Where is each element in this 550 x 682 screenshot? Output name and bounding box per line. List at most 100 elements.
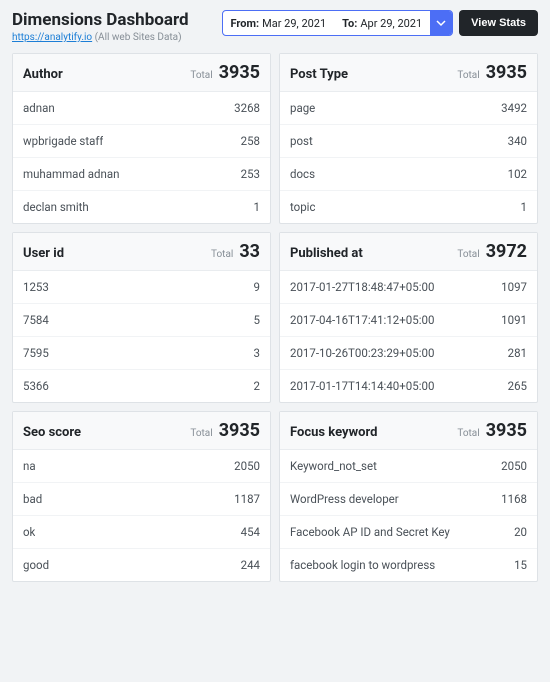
- card-header: Seo score Total3935: [13, 412, 270, 450]
- table-row: bad 1187: [13, 483, 270, 516]
- row-value: 3492: [501, 101, 527, 115]
- row-value: 5: [254, 313, 260, 327]
- site-link-suffix: (All web Sites Data): [95, 32, 182, 43]
- card-total-label: Total: [457, 70, 479, 81]
- card-total-value: 3972: [486, 241, 527, 262]
- card-header: Focus keywordTotal3935: [280, 412, 537, 450]
- table-row: docs102: [280, 158, 537, 191]
- row-value: 15: [514, 558, 527, 572]
- row-value: 258: [241, 134, 260, 148]
- card-title: Published at: [290, 246, 363, 261]
- row-value: 2050: [501, 459, 527, 473]
- row-value: 1091: [501, 313, 527, 327]
- table-row: adnan 3268: [13, 92, 270, 125]
- row-value: 3: [254, 346, 260, 360]
- date-from-label: From:: [231, 17, 260, 30]
- row-value: 102: [508, 167, 527, 181]
- row-label: 2017-01-27T18:48:47+05:00: [290, 280, 434, 294]
- card-title: Author: [23, 67, 63, 82]
- card-total-label: Total: [190, 70, 212, 81]
- table-row: post 340: [280, 125, 537, 158]
- card-total-value: 33: [239, 241, 260, 262]
- row-label: muhammad adnan: [23, 167, 119, 181]
- table-row: page3492: [280, 92, 537, 125]
- row-label: 2017-10-26T00:23:29+05:00: [290, 346, 434, 360]
- row-value: 265: [508, 379, 527, 393]
- row-label: facebook login to wordpress: [290, 558, 435, 572]
- card-header: User id Total 33: [13, 233, 270, 271]
- stat-card: Author Total 3935 adnan 3268 wpbrigade staff 2…: [12, 53, 271, 224]
- row-value: 454: [241, 525, 260, 539]
- card-total-value: 3935: [486, 420, 527, 441]
- row-label: adnan: [23, 101, 55, 115]
- card-total-value: 3935: [486, 62, 527, 83]
- row-label: na: [23, 459, 36, 473]
- table-row: 7584 5: [13, 304, 270, 337]
- row-value: 253: [241, 167, 260, 181]
- table-row: wpbrigade staff 258: [13, 125, 270, 158]
- page-subtitle: https://analytify.io (All web Sites Data…: [12, 32, 189, 43]
- row-label: wpbrigade staff: [23, 134, 103, 148]
- row-value: 1187: [234, 492, 260, 506]
- card-title: User id: [23, 246, 64, 261]
- row-label: Facebook AP ID and Secret Key: [290, 525, 450, 539]
- view-stats-button[interactable]: View Stats: [459, 10, 538, 36]
- card-title: Post Type: [290, 67, 348, 82]
- date-to-label: To:: [342, 17, 357, 30]
- card-total-label: Total: [457, 249, 479, 260]
- card-total-wrap: Total 3935: [457, 62, 527, 83]
- row-value: 2050: [234, 459, 260, 473]
- row-value: 1: [521, 200, 527, 214]
- row-label: ok: [23, 525, 35, 539]
- row-label: bad: [23, 492, 42, 506]
- row-value: 20: [514, 525, 527, 539]
- table-row: 2017-10-26T00:23:29+05:00281: [280, 337, 537, 370]
- row-value: 1: [254, 200, 260, 214]
- table-row: 2017-01-27T18:48:47+05:00 1097: [280, 271, 537, 304]
- table-row: na 2050: [13, 450, 270, 483]
- row-label: good: [23, 558, 49, 572]
- row-label: topic: [290, 200, 315, 214]
- card-title: Focus keyword: [290, 425, 377, 440]
- row-label: 7595: [23, 346, 49, 360]
- table-row: WordPress developer1168: [280, 483, 537, 516]
- row-label: post: [290, 134, 313, 148]
- row-value: 244: [241, 558, 260, 572]
- card-total-label: Total: [211, 249, 233, 260]
- table-row: 53662: [13, 370, 270, 402]
- date-to-value: Apr 29, 2021: [360, 17, 422, 30]
- table-row: 2017-01-17T14:14:40+05:00 265: [280, 370, 537, 402]
- row-value: 9: [254, 280, 260, 294]
- table-row: muhammad adnan 253: [13, 158, 270, 191]
- card-header: Author Total 3935: [13, 54, 270, 92]
- card-total-value: 3935: [219, 62, 260, 83]
- table-row: good 244: [13, 549, 270, 581]
- table-row: topic 1: [280, 191, 537, 223]
- date-range-picker[interactable]: From: Mar 29, 2021 To: Apr 29, 2021: [222, 10, 454, 36]
- stat-card: Post Type Total 3935 page3492 post 340 docs102…: [279, 53, 538, 224]
- page-title: Dimensions Dashboard: [12, 10, 189, 30]
- table-row: facebook login to wordpress 15: [280, 549, 537, 581]
- card-header: Post Type Total 3935: [280, 54, 537, 92]
- stat-card: Published at Total 3972 2017-01-27T18:48:47…: [279, 232, 538, 403]
- table-row: 12539: [13, 271, 270, 304]
- row-label: 7584: [23, 313, 49, 327]
- stat-card: User id Total 33 12539 7584 5 7595 3 53662: [12, 232, 271, 403]
- row-value: 1097: [501, 280, 527, 294]
- card-total-wrap: Total3935: [190, 420, 260, 441]
- card-title: Seo score: [23, 425, 81, 440]
- row-value: 2: [254, 379, 260, 393]
- stat-card: Focus keywordTotal3935Keyword_not_set205…: [279, 411, 538, 582]
- date-from-value: Mar 29, 2021: [262, 17, 326, 30]
- table-row: 7595 3: [13, 337, 270, 370]
- date-range-dropdown-icon[interactable]: [430, 11, 452, 35]
- site-link[interactable]: https://analytify.io: [12, 32, 92, 43]
- row-value: 340: [508, 134, 527, 148]
- row-label: 2017-01-17T14:14:40+05:00: [290, 379, 434, 393]
- table-row: 2017-04-16T17:41:12+05:001091: [280, 304, 537, 337]
- card-total-label: Total: [190, 428, 212, 439]
- card-header: Published at Total 3972: [280, 233, 537, 271]
- row-value: 3268: [234, 101, 260, 115]
- table-row: Keyword_not_set2050: [280, 450, 537, 483]
- page-header: Dimensions Dashboard https://analytify.i…: [12, 10, 538, 43]
